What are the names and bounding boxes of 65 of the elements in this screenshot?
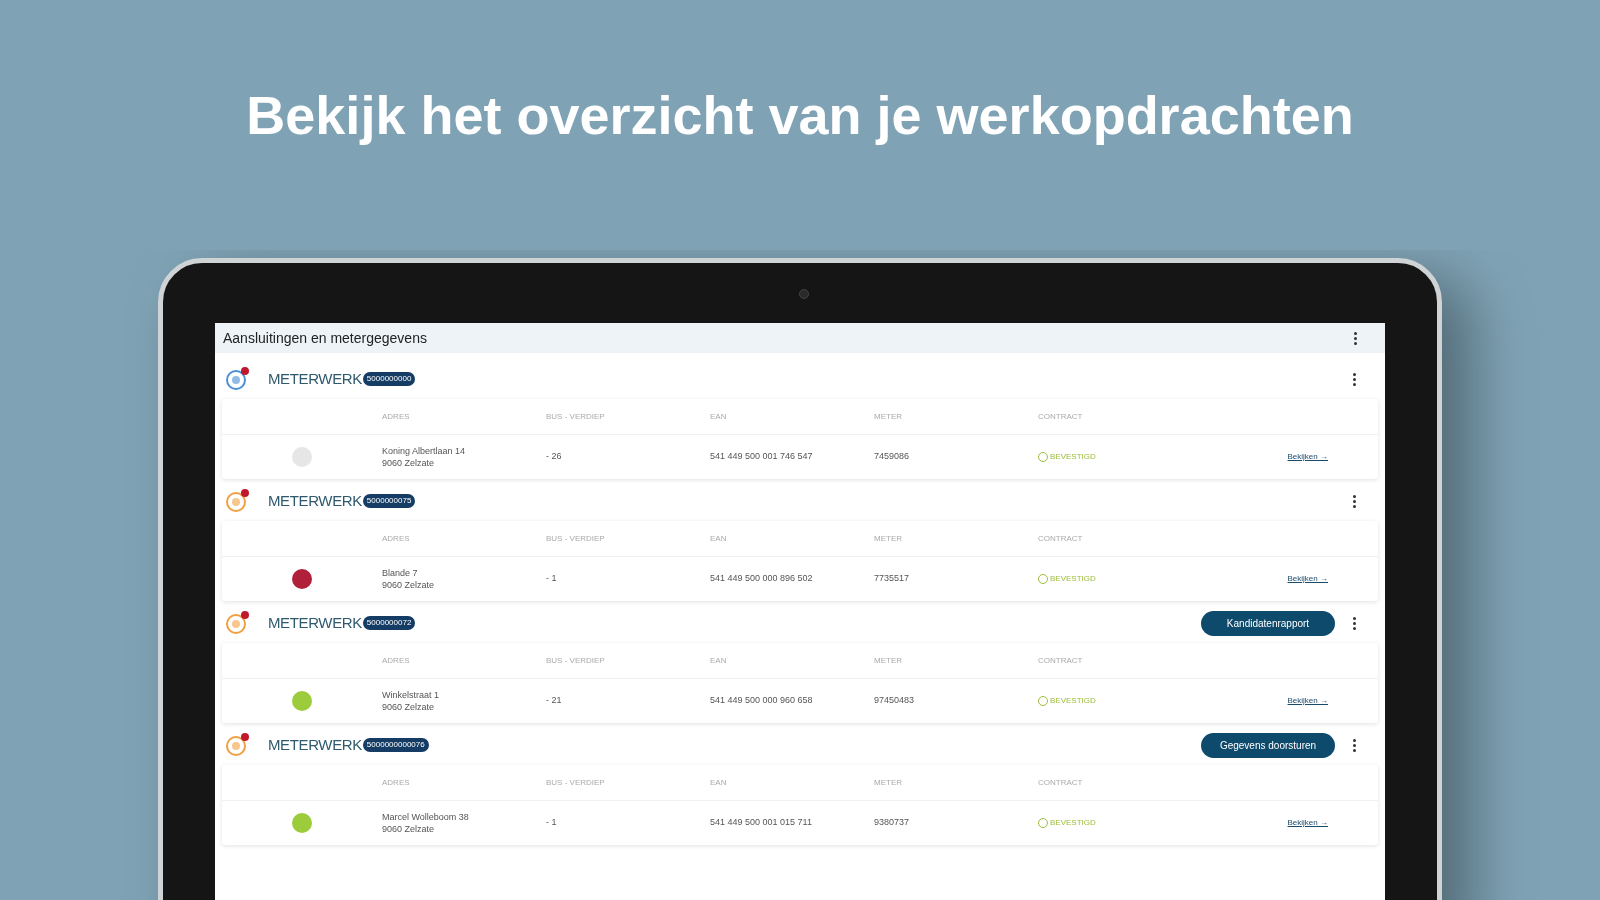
- view-link[interactable]: Bekijken →: [1287, 451, 1328, 463]
- column-header: BUS - VERDIEP: [546, 532, 606, 545]
- column-header: EAN: [710, 654, 728, 667]
- column-header: ADRES: [382, 532, 411, 545]
- city-text: 9060 Zelzate: [382, 823, 436, 835]
- view-link[interactable]: Bekijken →: [1287, 695, 1328, 707]
- column-header: METER: [874, 654, 903, 667]
- action-button[interactable]: Kandidatenrapport: [1201, 610, 1335, 636]
- column-header: EAN: [710, 532, 728, 545]
- table-cell-text: - 1: [546, 572, 558, 586]
- status-text: BEVESTIGD: [1050, 695, 1096, 707]
- city-text: 9060 Zelzate: [382, 457, 436, 469]
- table-cell-text: - 26: [546, 450, 563, 464]
- column-header: ADRES: [382, 654, 411, 667]
- city-text: 9060 Zelzate: [382, 579, 436, 591]
- group-label: METERWERK: [268, 612, 362, 633]
- screen-title: Aansluitingen en metergegevens: [223, 328, 427, 348]
- address-text: Marcel Wolleboom 38: [382, 811, 470, 823]
- table-cell-text: 541 449 500 001 015 711: [710, 816, 813, 830]
- order-number-badge: 5000000000: [362, 372, 416, 386]
- table-cell-text: 541 449 500 000 960 658: [710, 694, 814, 708]
- city-text: 9060 Zelzate: [382, 701, 436, 713]
- address-text: Blande 7: [382, 567, 419, 579]
- column-header: EAN: [710, 410, 728, 423]
- table-cell-text: 9380737: [874, 816, 911, 830]
- column-header: CONTRACT: [1038, 410, 1084, 423]
- column-header: CONTRACT: [1038, 654, 1084, 667]
- order-number-badge: 5000000075: [362, 494, 416, 508]
- column-header: CONTRACT: [1038, 776, 1084, 789]
- table-cell-text: - 1: [546, 816, 558, 830]
- table-cell-text: 97450483: [874, 694, 916, 708]
- camera-icon: [799, 289, 809, 299]
- column-header: ADRES: [382, 410, 411, 423]
- status-text: BEVESTIGD: [1050, 451, 1096, 463]
- order-number-badge: 5000000000076: [362, 738, 429, 752]
- address-text: Winkelstraat 1: [382, 689, 441, 701]
- table-cell-text: - 21: [546, 694, 563, 708]
- address-text: Koning Albertlaan 14: [382, 445, 467, 457]
- table-cell-text: 541 449 500 001 746 547: [710, 450, 814, 464]
- group-label: METERWERK: [268, 490, 362, 511]
- view-link[interactable]: Bekijken →: [1287, 573, 1328, 585]
- more-icon[interactable]: [1353, 616, 1356, 630]
- column-header: METER: [874, 776, 903, 789]
- column-header: CONTRACT: [1038, 532, 1084, 545]
- table-cell-text: 7735517: [874, 572, 911, 586]
- group-label: METERWERK: [268, 734, 362, 755]
- status-text: BEVESTIGD: [1050, 573, 1096, 585]
- more-icon[interactable]: [1354, 331, 1357, 345]
- column-header: ADRES: [382, 776, 411, 789]
- column-header: BUS - VERDIEP: [546, 776, 606, 789]
- column-header: METER: [874, 532, 903, 545]
- more-icon[interactable]: [1353, 738, 1356, 752]
- order-number-badge: 5000000072: [362, 616, 416, 630]
- group-label: METERWERK: [268, 368, 362, 389]
- column-header: BUS - VERDIEP: [546, 410, 606, 423]
- table-cell-text: 7459086: [874, 450, 911, 464]
- column-header: BUS - VERDIEP: [546, 654, 606, 667]
- action-button[interactable]: Gegevens doorsturen: [1201, 732, 1335, 758]
- table-cell-text: 541 449 500 000 896 502: [710, 572, 814, 586]
- column-header: METER: [874, 410, 903, 423]
- status-text: BEVESTIGD: [1050, 817, 1096, 829]
- view-link[interactable]: Bekijken →: [1287, 817, 1328, 829]
- more-icon[interactable]: [1353, 494, 1356, 508]
- more-icon[interactable]: [1353, 372, 1356, 386]
- column-header: EAN: [710, 776, 728, 789]
